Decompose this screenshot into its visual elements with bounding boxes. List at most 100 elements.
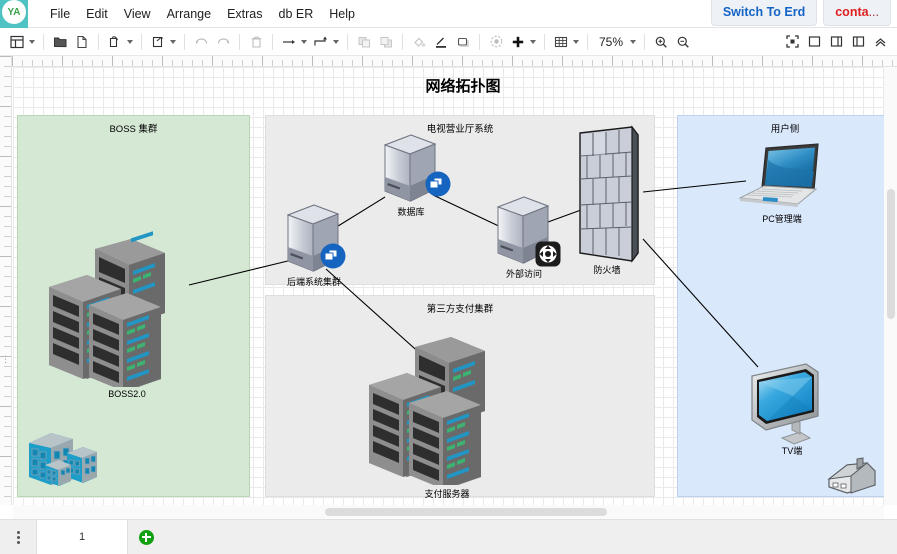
- node-payment-server[interactable]: 支付服务器: [363, 325, 513, 499]
- menu-item-view[interactable]: View: [116, 3, 159, 25]
- diagram-canvas[interactable]: 网络拓扑图 BOSS 集群 电视营业厅系统 第三方支付集群 用户侧 BOSS2.…: [13, 67, 897, 505]
- shapes-panel-icon[interactable]: [847, 31, 869, 53]
- to-back-icon[interactable]: [375, 31, 397, 53]
- collapse-icon[interactable]: [869, 31, 891, 53]
- menu-item-arrange[interactable]: Arrange: [159, 3, 219, 25]
- node-pc-admin[interactable]: PC管理端: [736, 142, 828, 224]
- export-dropdown-caret[interactable]: [170, 39, 176, 44]
- app-logo[interactable]: YA: [0, 0, 28, 28]
- node-office-building[interactable]: [25, 425, 101, 487]
- kebab-menu-icon[interactable]: [0, 520, 36, 554]
- add-page-button[interactable]: [128, 520, 164, 554]
- horizontal-scrollbar[interactable]: [13, 505, 884, 519]
- toolbar-group-insert: [507, 31, 539, 53]
- toolbar-group-file: [49, 31, 93, 53]
- toolbar-separator: [347, 33, 348, 50]
- toolbar-separator: [544, 33, 545, 50]
- node-tv-terminal[interactable]: TV端: [748, 360, 836, 456]
- menu-item-extras[interactable]: Extras: [219, 3, 270, 25]
- laptop-icon: [738, 143, 819, 207]
- plus-circle-icon: [138, 529, 154, 545]
- globe-app-icon: [535, 241, 561, 267]
- menu-item-file[interactable]: File: [42, 3, 78, 25]
- vertical-scrollbar-thumb[interactable]: [887, 189, 895, 319]
- shadow-icon[interactable]: [452, 31, 474, 53]
- menu-item-db-er[interactable]: db ER: [271, 3, 322, 25]
- node-external-access[interactable]: 外部访问: [494, 193, 561, 283]
- format-panel-icon[interactable]: [825, 31, 847, 53]
- vertical-ruler[interactable]: ⋮: [0, 56, 12, 505]
- toolbar-group-view: [6, 31, 38, 53]
- fill-color-icon[interactable]: [408, 31, 430, 53]
- node-backend-cluster[interactable]: 后端系统集群: [284, 201, 346, 291]
- waypoints-icon[interactable]: [310, 31, 332, 53]
- node-label-tv-terminal: TV端: [781, 446, 803, 456]
- connection-arrow-icon[interactable]: [278, 31, 300, 53]
- footer-bar: 1: [0, 519, 897, 554]
- node-label-backend-cluster: 后端系统集群: [286, 277, 342, 287]
- open-folder-icon[interactable]: [49, 31, 71, 53]
- layout-icon[interactable]: [6, 31, 28, 53]
- zone-label-third-party-payment: 第三方支付集群: [426, 304, 494, 315]
- switch-to-erd-button[interactable]: Switch To Erd: [710, 0, 818, 26]
- menu-bar: YA File Edit View Arrange Extras db ER H…: [0, 0, 897, 28]
- toolbar-group-connection: [278, 31, 310, 53]
- connection-dropdown-caret[interactable]: [301, 39, 307, 44]
- new-file-icon[interactable]: [71, 31, 93, 53]
- firewall-brick-icon: [579, 125, 639, 263]
- fullscreen-icon[interactable]: [781, 31, 803, 53]
- menu-item-edit[interactable]: Edit: [78, 3, 116, 25]
- undo-icon[interactable]: [190, 31, 212, 53]
- container-button-label: conta: [835, 5, 869, 19]
- buildings-icon: [29, 433, 97, 486]
- menu-item-help[interactable]: Help: [321, 3, 363, 25]
- windows-share-icon: [425, 171, 451, 197]
- style-icon[interactable]: [485, 31, 507, 53]
- toolbar-group-waypoints: [310, 31, 342, 53]
- import-icon[interactable]: [104, 31, 126, 53]
- container-button-ellipsis: ...: [868, 5, 879, 19]
- import-dropdown-caret[interactable]: [127, 39, 133, 44]
- outline-icon[interactable]: [803, 31, 825, 53]
- node-firewall[interactable]: 防火墙: [574, 125, 650, 285]
- toolbar: 75%: [0, 28, 897, 56]
- zone-label-user-side: 用户侧: [770, 124, 800, 135]
- toolbar-group-history: [190, 31, 234, 53]
- table-icon[interactable]: [550, 31, 572, 53]
- toolbar-separator: [272, 33, 273, 50]
- toolbar-separator: [239, 33, 240, 50]
- insert-icon[interactable]: [507, 31, 529, 53]
- layout-dropdown-caret[interactable]: [29, 39, 35, 44]
- header-buttons: Switch To Erd conta...: [710, 0, 891, 26]
- zoom-dropdown-caret[interactable]: [630, 39, 637, 44]
- zone-label-boss-cluster: BOSS 集群: [109, 124, 158, 135]
- zoom-out-icon[interactable]: [672, 31, 694, 53]
- node-database[interactable]: 数据库: [381, 131, 451, 221]
- export-icon[interactable]: [147, 31, 169, 53]
- line-color-icon[interactable]: [430, 31, 452, 53]
- redo-icon[interactable]: [212, 31, 234, 53]
- toolbar-separator: [184, 33, 185, 50]
- delete-icon[interactable]: [245, 31, 267, 53]
- app-logo-text: YA: [2, 0, 26, 24]
- node-boss2[interactable]: BOSS2.0: [43, 227, 193, 399]
- house-icon: [827, 457, 876, 494]
- horizontal-scrollbar-thumb[interactable]: [325, 508, 607, 516]
- page-tab-1[interactable]: 1: [36, 520, 128, 554]
- insert-dropdown-caret[interactable]: [530, 39, 536, 44]
- zoom-level-label[interactable]: 75%: [593, 35, 629, 49]
- waypoints-dropdown-caret[interactable]: [333, 39, 339, 44]
- node-house[interactable]: [825, 457, 879, 499]
- toolbar-group-export: [147, 31, 179, 53]
- ruler-guide-handle[interactable]: ⋮: [1, 352, 10, 366]
- horizontal-ruler[interactable]: [12, 56, 897, 67]
- node-label-pc-admin: PC管理端: [762, 214, 802, 224]
- to-front-icon[interactable]: [353, 31, 375, 53]
- container-button[interactable]: conta...: [823, 0, 891, 26]
- node-label-payment-server: 支付服务器: [424, 489, 470, 499]
- vertical-scrollbar[interactable]: [884, 67, 897, 505]
- toolbar-separator: [479, 33, 480, 50]
- diagram-title: 网络拓扑图: [425, 78, 501, 95]
- zoom-in-icon[interactable]: [650, 31, 672, 53]
- table-dropdown-caret[interactable]: [573, 39, 579, 44]
